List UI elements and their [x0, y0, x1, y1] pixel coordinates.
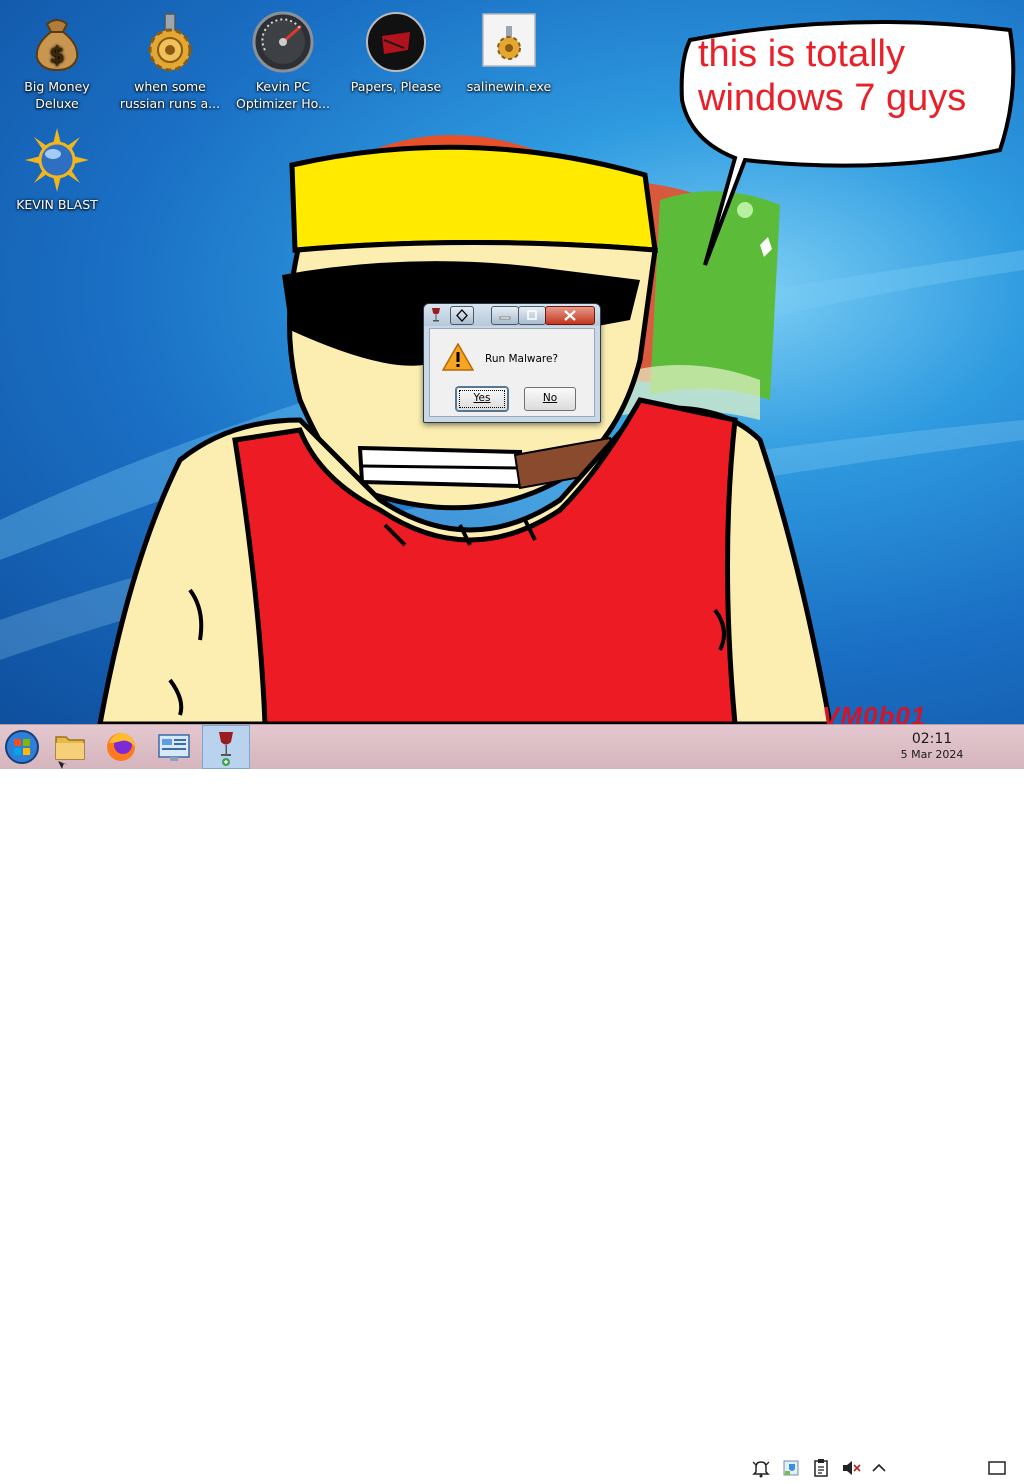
- maximize-icon: [527, 310, 537, 320]
- dialog-titlebar[interactable]: [424, 304, 600, 326]
- show-desktop-icon: [988, 1461, 1006, 1475]
- tray-security[interactable]: [780, 1457, 802, 1479]
- tray-notifications[interactable]: [750, 1457, 772, 1479]
- start-button[interactable]: [0, 725, 44, 769]
- no-button[interactable]: No: [524, 387, 576, 411]
- yes-button[interactable]: Yes: [456, 387, 508, 411]
- security-shield-icon: [783, 1460, 799, 1476]
- desktop-icon-papers-please[interactable]: Papers, Please: [341, 10, 451, 95]
- dialog-close-button[interactable]: [545, 306, 595, 325]
- gear-icon: [148, 13, 192, 72]
- yes-label: Yes: [473, 392, 491, 404]
- money-bag-icon: $: [35, 19, 79, 72]
- volume-muted-icon: [843, 1461, 861, 1475]
- desktop-icon-label: when some russian runs a...: [119, 79, 221, 111]
- system-settings-icon: [158, 734, 190, 761]
- close-icon: [564, 310, 576, 321]
- desktop-icon-kevin-blast[interactable]: KEVIN BLAST: [2, 128, 112, 213]
- desktop-icon-russian[interactable]: when some russian runs a...: [115, 10, 225, 112]
- desktop-icon-big-money-deluxe[interactable]: $ Big Money Deluxe: [2, 10, 112, 112]
- speech-bubble-text: this is totally windows 7 guys: [698, 33, 967, 119]
- start-orb-icon: [5, 730, 39, 764]
- run-malware-dialog: Run Malware? Yes No: [423, 303, 601, 423]
- tray-volume[interactable]: [840, 1457, 862, 1479]
- desktop-icon-label: salinewin.exe: [466, 79, 552, 94]
- chevron-up-icon: [872, 1463, 886, 1472]
- tray-clipboard[interactable]: [810, 1457, 832, 1479]
- speedometer-icon: [252, 11, 314, 73]
- file-manager-icon: [55, 736, 85, 769]
- svg-text:$: $: [49, 43, 64, 68]
- wine-glass-icon: [432, 308, 440, 322]
- dialog-menu-button[interactable]: [450, 306, 474, 325]
- show-desktop-button[interactable]: [986, 1457, 1008, 1479]
- firefox-icon: [107, 733, 135, 761]
- taskbar: [0, 724, 1024, 1478]
- diamond-icon: [456, 309, 468, 322]
- clipboard-icon: [814, 1459, 828, 1477]
- dialog-maximize-button[interactable]: [518, 306, 546, 325]
- taskbar-system-settings[interactable]: [152, 725, 196, 769]
- clock-date[interactable]: 5 Mar 2024: [892, 748, 972, 761]
- wine-app-icon: [219, 732, 233, 766]
- desktop-icon-label: KEVIN BLAST: [16, 197, 98, 212]
- tray-expand[interactable]: [868, 1457, 890, 1479]
- no-label: No: [542, 392, 558, 404]
- notifications-bell-icon: [752, 1461, 770, 1478]
- taskbar-wine-app[interactable]: [202, 725, 250, 769]
- gear-exe-icon: [482, 13, 536, 67]
- globe-sun-icon: [25, 128, 89, 192]
- papers-please-icon: [366, 12, 426, 72]
- minimize-icon: [499, 316, 511, 320]
- dialog-body: Run Malware? Yes No: [429, 328, 595, 417]
- desktop-icon-label: Papers, Please: [350, 79, 442, 94]
- warning-icon: [442, 343, 474, 371]
- desktop-icon-kevin-pc-optimizer[interactable]: Kevin PC Optimizer Ho...: [228, 10, 338, 112]
- desktop-icon-label: Big Money Deluxe: [24, 79, 90, 111]
- clock-time[interactable]: 02:11: [900, 731, 964, 747]
- dialog-minimize-button[interactable]: [491, 306, 519, 325]
- dialog-message: Run Malware?: [485, 353, 559, 365]
- taskbar-firefox[interactable]: [99, 725, 143, 769]
- desktop-icon-salinewin[interactable]: salinewin.exe: [454, 10, 564, 95]
- desktop-icon-label: Kevin PC Optimizer Ho...: [236, 79, 330, 111]
- taskbar-file-manager[interactable]: [48, 725, 92, 769]
